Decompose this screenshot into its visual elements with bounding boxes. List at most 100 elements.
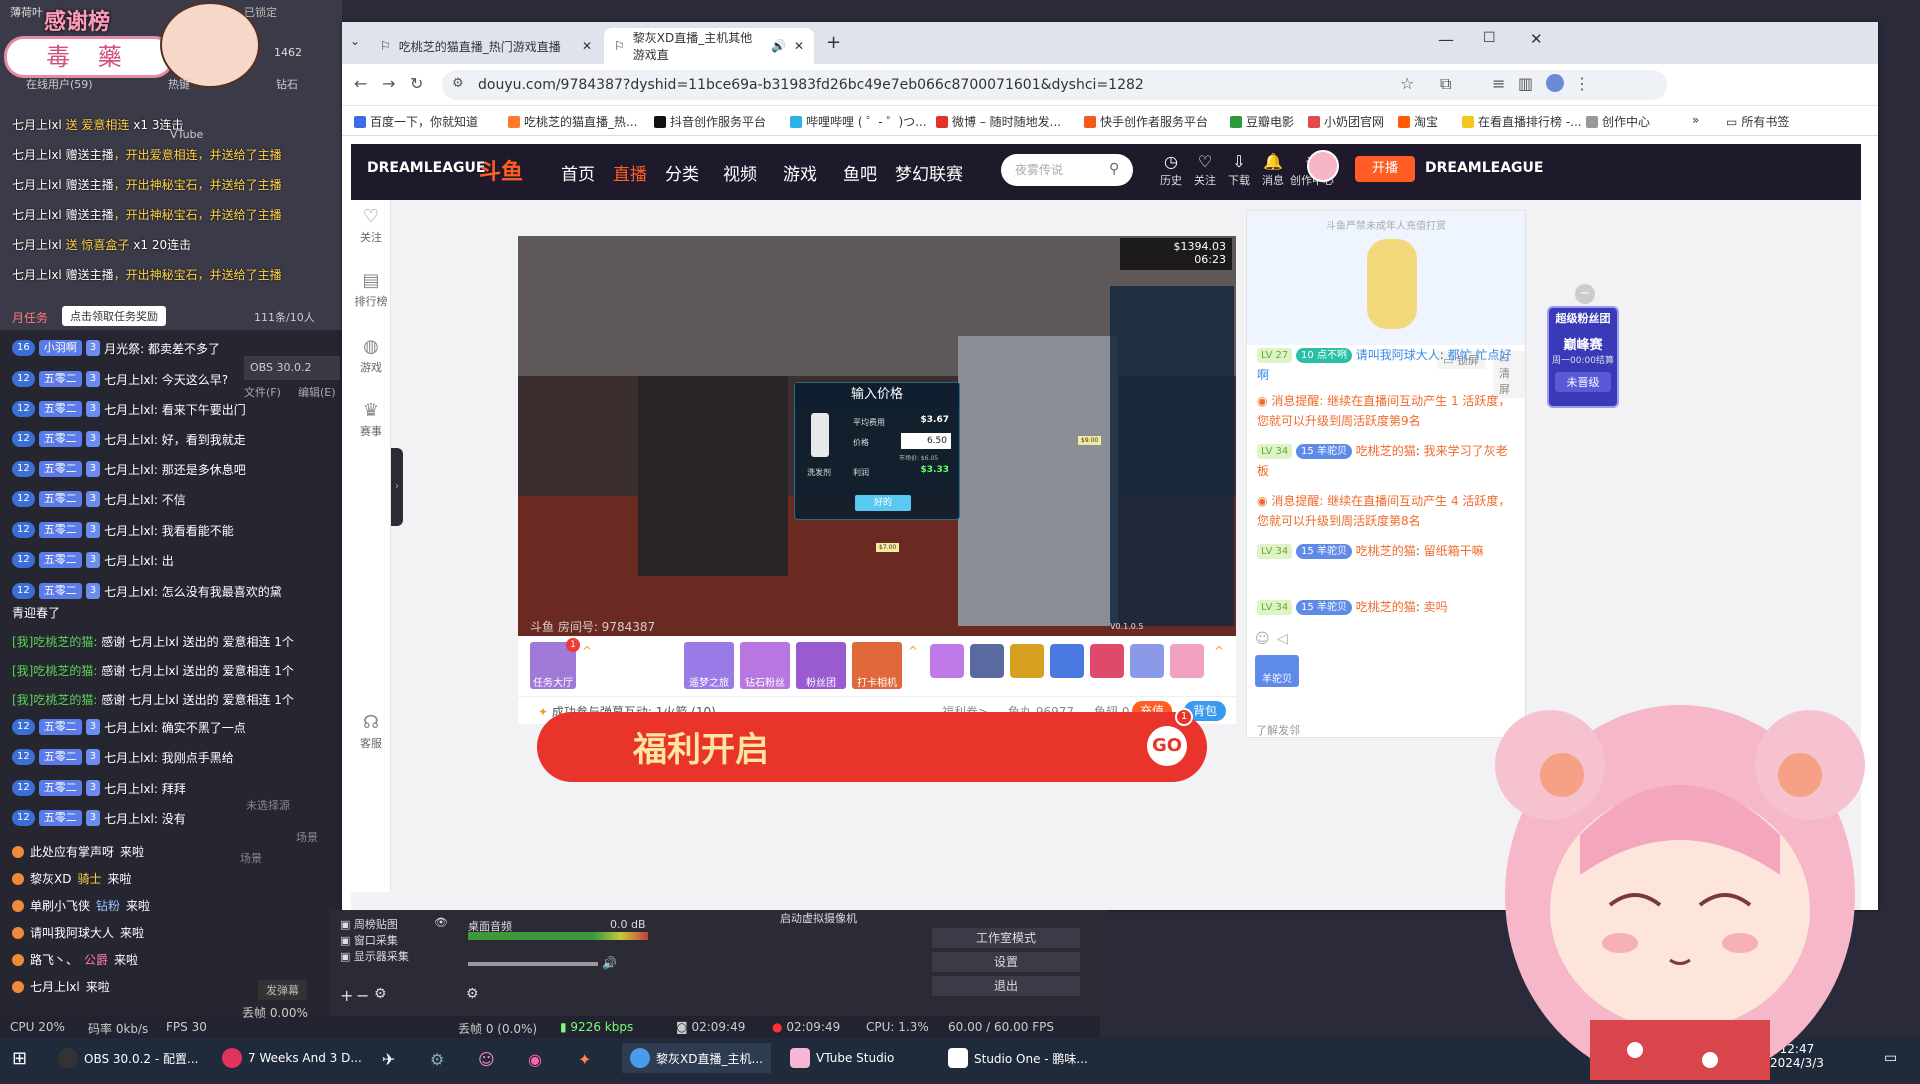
nav-category[interactable]: 分类 — [665, 160, 699, 185]
bookmark-item[interactable]: 豆瓣电影 — [1230, 113, 1294, 130]
claim-task-button[interactable]: 点击领取任务奖励 — [62, 306, 166, 326]
tab-active-stream[interactable]: ⚐ 黎灰XD直播_主机其他游戏直 🔊 ✕ — [604, 28, 814, 64]
menu-icon[interactable]: ⋮ — [1574, 74, 1590, 93]
gift-icon[interactable] — [1130, 644, 1164, 678]
studio-one-icon[interactable]: ✈ — [382, 1050, 395, 1069]
user-avatar[interactable] — [1307, 150, 1339, 182]
eye-icon[interactable]: 👁 — [434, 916, 448, 929]
profile-icon[interactable] — [1546, 74, 1564, 92]
bookmark-item[interactable]: 在看直播排行榜 -... — [1462, 113, 1582, 130]
gift-dream-journey[interactable]: 遥梦之旅 — [684, 642, 734, 689]
go-live-button[interactable]: 开播 — [1355, 156, 1415, 182]
sidepanel-icon[interactable]: ▥ — [1518, 74, 1533, 93]
app-icon[interactable]: ◉ — [528, 1050, 542, 1069]
sidebar-game[interactable]: ◍ 游戏 — [351, 336, 391, 375]
gift-icon[interactable] — [1010, 644, 1044, 678]
remove-icon[interactable]: − — [356, 986, 369, 1005]
bookmark-item[interactable]: 抖音创作服务平台 — [654, 113, 766, 130]
chevron-up-icon[interactable]: ^ — [1214, 644, 1224, 658]
studio-mode-button[interactable]: 工作室模式 — [932, 928, 1080, 948]
speaker-icon[interactable]: 🔊 — [771, 39, 786, 53]
ok-button[interactable]: 好的 — [855, 495, 911, 511]
bookmark-star-icon[interactable]: ☆ — [1400, 74, 1414, 93]
taskbar-game[interactable]: 7 Weeks And 3 D... — [222, 1048, 362, 1068]
gift-icon[interactable] — [1170, 644, 1204, 678]
close-icon[interactable]: ✕ — [582, 39, 592, 53]
app-icon[interactable]: ☺ — [478, 1050, 495, 1069]
search-icon[interactable]: ⚲ — [1109, 161, 1119, 177]
site-info-icon[interactable]: ⚙ — [452, 76, 464, 91]
taskbar-obs[interactable]: OBS 30.0.2 - 配置... — [58, 1048, 198, 1068]
welfare-banner[interactable]: 福利开启 GO 1 — [537, 708, 1207, 782]
volume-slider[interactable] — [468, 962, 598, 966]
speaker-icon[interactable]: 🔊 — [602, 956, 617, 970]
taskbar-studio-one[interactable]: Studio One - 鹏味... — [948, 1048, 1088, 1068]
new-tab-button[interactable]: + — [826, 32, 841, 53]
nav-video[interactable]: 视频 — [723, 160, 757, 185]
bookmark-item[interactable]: 吃桃芝的猫直播_热... — [508, 113, 637, 130]
bookmark-item[interactable]: 快手创作者服务平台 — [1084, 113, 1208, 130]
obs-file-menu[interactable]: 文件(F) — [244, 384, 281, 400]
gift-fan-club[interactable]: 粉丝团 — [796, 642, 846, 689]
bookmark-item[interactable]: 微博 – 随时随地发... — [936, 113, 1061, 130]
exit-button[interactable]: 退出 — [932, 976, 1080, 996]
gift-diamond-fan[interactable]: 钻石粉丝 — [740, 642, 790, 689]
app-icon[interactable]: ✦ — [578, 1050, 591, 1069]
windows-start-icon[interactable]: ⊞ — [12, 1048, 27, 1069]
bookmarks-overflow-icon[interactable]: » — [1692, 113, 1699, 127]
sidebar-follow[interactable]: ♡ 关注 — [351, 206, 391, 245]
fan-club-widget[interactable]: 超级粉丝团 巅峰赛 周一00:00结算 未晋级 — [1547, 306, 1619, 408]
bookmark-item[interactable]: 淘宝 — [1398, 113, 1438, 130]
douyu-logo[interactable]: 斗鱼 — [479, 154, 523, 186]
gear-icon[interactable]: ⚙ — [466, 986, 479, 1002]
virtual-camera-button[interactable]: 启动虚拟摄像机 — [780, 910, 857, 926]
bookmark-item[interactable]: 百度一下，你就知道 — [354, 113, 478, 130]
gift-checkin-camera[interactable]: 打卡相机 — [852, 642, 902, 689]
gear-icon[interactable]: ⚙ — [374, 986, 387, 1002]
gift-icon[interactable] — [1050, 644, 1084, 678]
sidebar-collapse-handle[interactable]: › — [391, 448, 403, 526]
add-icon[interactable]: + — [340, 986, 353, 1005]
emoji-icon[interactable]: ☺ — [1255, 631, 1270, 647]
maximize-button[interactable]: ☐ — [1483, 30, 1496, 46]
sidebar-events[interactable]: ♛ 赛事 — [351, 400, 391, 439]
gift-icon[interactable] — [930, 644, 964, 678]
extensions-icon[interactable]: ⧉ — [1440, 74, 1451, 94]
sidebar-rank[interactable]: ▤ 排行榜 — [351, 270, 391, 309]
source-item[interactable]: ▣ 周榜贴图 — [340, 916, 398, 932]
tab-cat-stream[interactable]: ⚐ 吃桃芝的猫直播_热门游戏直播 ✕ — [370, 28, 602, 64]
taskbar-vtube[interactable]: VTube Studio — [790, 1048, 894, 1068]
bookmark-item[interactable]: 创作中心 — [1586, 113, 1650, 130]
video-player[interactable]: $1394.03 06:23 V0.1.0.5 输入价格 平均费用 $3.67 价… — [518, 236, 1236, 636]
nav-game[interactable]: 游戏 — [783, 160, 817, 185]
gift-icon[interactable] — [1090, 644, 1124, 678]
source-item[interactable]: ▣ 窗口采集 — [340, 932, 398, 948]
sidebar-support[interactable]: ☊ 客服 — [351, 712, 391, 751]
nav-fishbar[interactable]: 鱼吧 — [843, 160, 877, 185]
nav-live[interactable]: 直播 — [613, 160, 647, 185]
reload-icon[interactable]: ↻ — [410, 74, 423, 93]
close-icon[interactable]: ✕ — [794, 39, 804, 53]
forward-icon[interactable]: → — [382, 74, 395, 93]
obs-edit-menu[interactable]: 编辑(E) — [298, 384, 336, 400]
speaker-icon[interactable]: ◁ — [1277, 631, 1288, 647]
tab-search-icon[interactable]: ⌄ — [350, 34, 360, 48]
media-icon[interactable]: ≡ — [1492, 74, 1505, 93]
back-icon[interactable]: ← — [354, 74, 367, 93]
dreamleague-logo-right[interactable]: DREAMLEAGUE — [1425, 160, 1543, 176]
taskbar-chrome[interactable]: 黎灰XD直播_主机... — [622, 1043, 771, 1073]
minimize-button[interactable]: — — [1438, 30, 1454, 49]
send-danmu-button[interactable]: 发弹幕 — [258, 980, 307, 1000]
fan-badge-button[interactable]: 羊驼贝 — [1255, 655, 1299, 687]
chevron-up-icon[interactable]: ^ — [908, 644, 918, 658]
nav-home[interactable]: 首页 — [561, 160, 595, 185]
dreamleague-logo[interactable]: DREAMLEAGUE — [367, 160, 485, 176]
url-field[interactable]: douyu.com/9784387?dyshid=11bce69a-b31983… — [442, 70, 1667, 100]
bookmark-item[interactable]: 哔哩哔哩 ( ゜- ゜)つ... — [790, 113, 927, 130]
collapse-icon[interactable]: − — [1575, 284, 1595, 304]
bookmark-item[interactable]: 小奶团官网 — [1308, 113, 1384, 130]
all-bookmarks-folder[interactable]: ▭ 所有书签 — [1726, 113, 1789, 130]
settings-button[interactable]: 设置 — [932, 952, 1080, 972]
source-item[interactable]: ▣ 显示器采集 — [340, 948, 409, 964]
price-input[interactable]: 6.50 — [901, 433, 951, 449]
